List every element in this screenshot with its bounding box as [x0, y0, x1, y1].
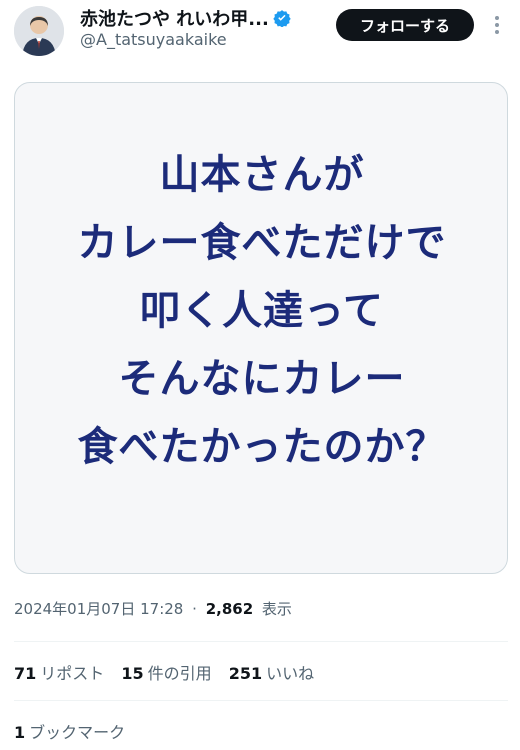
author-name-row: 赤池たつや れいわ甲... [80, 6, 291, 30]
reposts-count: 71 [14, 664, 37, 683]
views-count: 2,862 [205, 600, 254, 618]
quotes-count: 15 [121, 664, 144, 683]
image-text-line: 山本さんが [159, 152, 365, 198]
likes-label: いいね [266, 664, 315, 683]
tweet-header: 赤池たつや れいわ甲... @A_tatsuyaakaike フォローする [0, 0, 520, 70]
author-avatar[interactable] [14, 6, 64, 56]
divider [14, 641, 508, 642]
image-text-line: カレー食べただけで [77, 220, 447, 266]
likes-count: 251 [228, 664, 263, 683]
likes-stat[interactable]: 251 いいね [229, 664, 314, 683]
more-vertical-icon[interactable] [490, 12, 504, 38]
verified-badge-icon [273, 9, 291, 28]
tweet-timestamp[interactable]: 2024年01月07日 17:28 [14, 600, 183, 618]
image-text-line: 叩く人達って [140, 288, 384, 334]
views-label: 表示 [261, 600, 292, 618]
follow-button[interactable]: フォローする [336, 9, 474, 41]
quotes-stat[interactable]: 15 件の引用 [121, 664, 211, 683]
author-handle[interactable]: @A_tatsuyaakaike [80, 30, 227, 49]
engagement-stats: 71 リポスト 15 件の引用 251 いいね [14, 660, 326, 684]
tweet-meta: 2024年01月07日 17:28 · 2,862 表示 [14, 598, 292, 619]
divider [14, 700, 508, 701]
image-text-line: そんなにカレー [118, 356, 406, 402]
reposts-label: リポスト [40, 664, 105, 683]
quotes-label: 件の引用 [147, 664, 212, 683]
bookmarks-label: ブックマーク [29, 723, 126, 742]
image-text-block: 山本さんが カレー食べただけで 叩く人達って そんなにカレー 食べたかったのか？ [15, 141, 507, 481]
person-avatar-icon [14, 6, 64, 56]
image-text-line: 食べたかったのか？ [77, 424, 447, 470]
tweet-image[interactable]: 山本さんが カレー食べただけで 叩く人達って そんなにカレー 食べたかったのか？ [14, 82, 508, 574]
author-display-name[interactable]: 赤池たつや れいわ甲... [80, 5, 269, 31]
bookmarks-count: 1 [14, 723, 26, 742]
reposts-stat[interactable]: 71 リポスト [14, 664, 104, 683]
tweet-page: 赤池たつや れいわ甲... @A_tatsuyaakaike フォローする 山本… [0, 0, 520, 750]
meta-separator: · [192, 600, 197, 618]
bookmarks-stat[interactable]: 1 ブックマーク [14, 719, 125, 743]
